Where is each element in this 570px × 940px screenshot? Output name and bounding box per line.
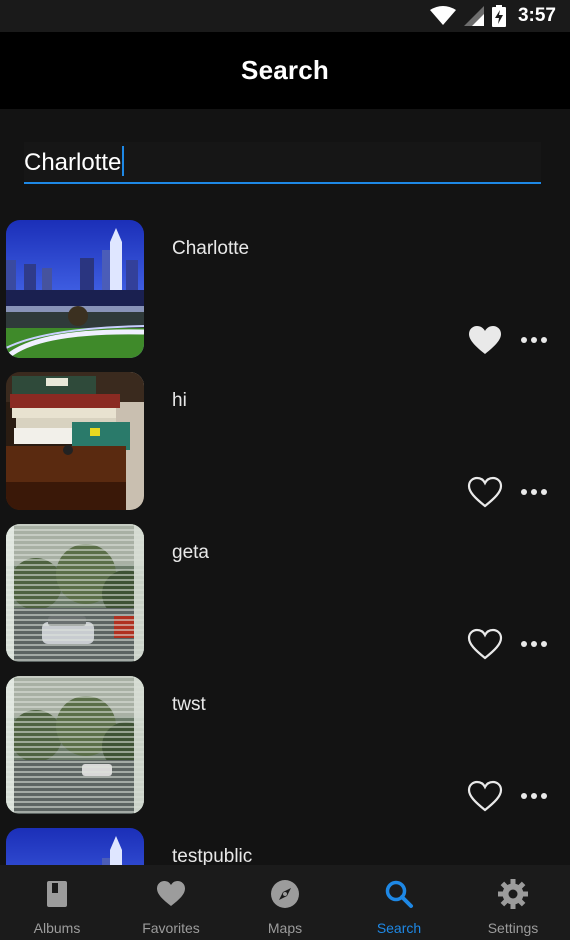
nav-label: Maps (267, 920, 303, 936)
battery-charging-icon (491, 5, 506, 27)
status-bar: 3:57 (0, 0, 570, 32)
nav-item-favorites[interactable]: Favorites (114, 865, 228, 940)
result-row[interactable]: Charlotte (0, 218, 570, 370)
app-bar: Search (0, 32, 570, 109)
nav-label: Favorites (142, 920, 200, 936)
text-caret (122, 146, 125, 176)
result-row[interactable]: geta (0, 522, 570, 674)
heart-icon (156, 865, 186, 914)
result-row[interactable]: testpublic (0, 826, 570, 865)
search-field-container: Charlotte (24, 142, 541, 184)
more-options-icon[interactable] (519, 632, 549, 656)
nav-item-maps[interactable]: Maps (228, 865, 342, 940)
bottom-navigation: Albums Favorites Maps Search Settings (0, 865, 570, 940)
search-results-list[interactable]: Charlotte hi geta twst testpublic (0, 218, 570, 865)
result-thumbnail[interactable] (6, 372, 144, 510)
search-input[interactable]: Charlotte (24, 146, 125, 177)
status-time: 3:57 (517, 5, 556, 26)
more-options-icon[interactable] (519, 328, 549, 352)
nav-item-settings[interactable]: Settings (456, 865, 570, 940)
more-options-icon[interactable] (519, 784, 549, 808)
result-title: hi (172, 390, 187, 411)
result-thumbnail[interactable] (6, 524, 144, 662)
cellular-signal-icon (463, 6, 484, 26)
result-thumbnail[interactable] (6, 828, 144, 865)
nav-label: Settings (487, 920, 539, 936)
result-row[interactable]: hi (0, 370, 570, 522)
nav-label: Search (376, 920, 422, 936)
result-title: geta (172, 542, 209, 563)
favorite-outline-heart-icon[interactable] (467, 476, 503, 508)
result-title: testpublic (172, 846, 253, 865)
page-title: Search (241, 55, 329, 85)
album-icon (42, 865, 72, 914)
favorite-filled-heart-icon[interactable] (467, 324, 503, 356)
nav-label: Albums (33, 920, 81, 936)
compass-icon (270, 865, 300, 914)
result-thumbnail[interactable] (6, 676, 144, 814)
wifi-icon (429, 6, 456, 25)
favorite-outline-heart-icon[interactable] (467, 628, 503, 660)
search-input-value: Charlotte (24, 149, 122, 176)
result-row[interactable]: twst (0, 674, 570, 826)
more-options-icon[interactable] (519, 480, 549, 504)
result-thumbnail[interactable] (6, 220, 144, 358)
favorite-outline-heart-icon[interactable] (467, 780, 503, 812)
search-icon (384, 865, 414, 914)
result-title: Charlotte (172, 238, 250, 259)
result-title: twst (172, 694, 206, 715)
gear-icon (498, 865, 528, 914)
nav-item-search[interactable]: Search (342, 865, 456, 940)
status-icons: 3:57 (429, 4, 556, 28)
nav-item-albums[interactable]: Albums (0, 865, 114, 940)
